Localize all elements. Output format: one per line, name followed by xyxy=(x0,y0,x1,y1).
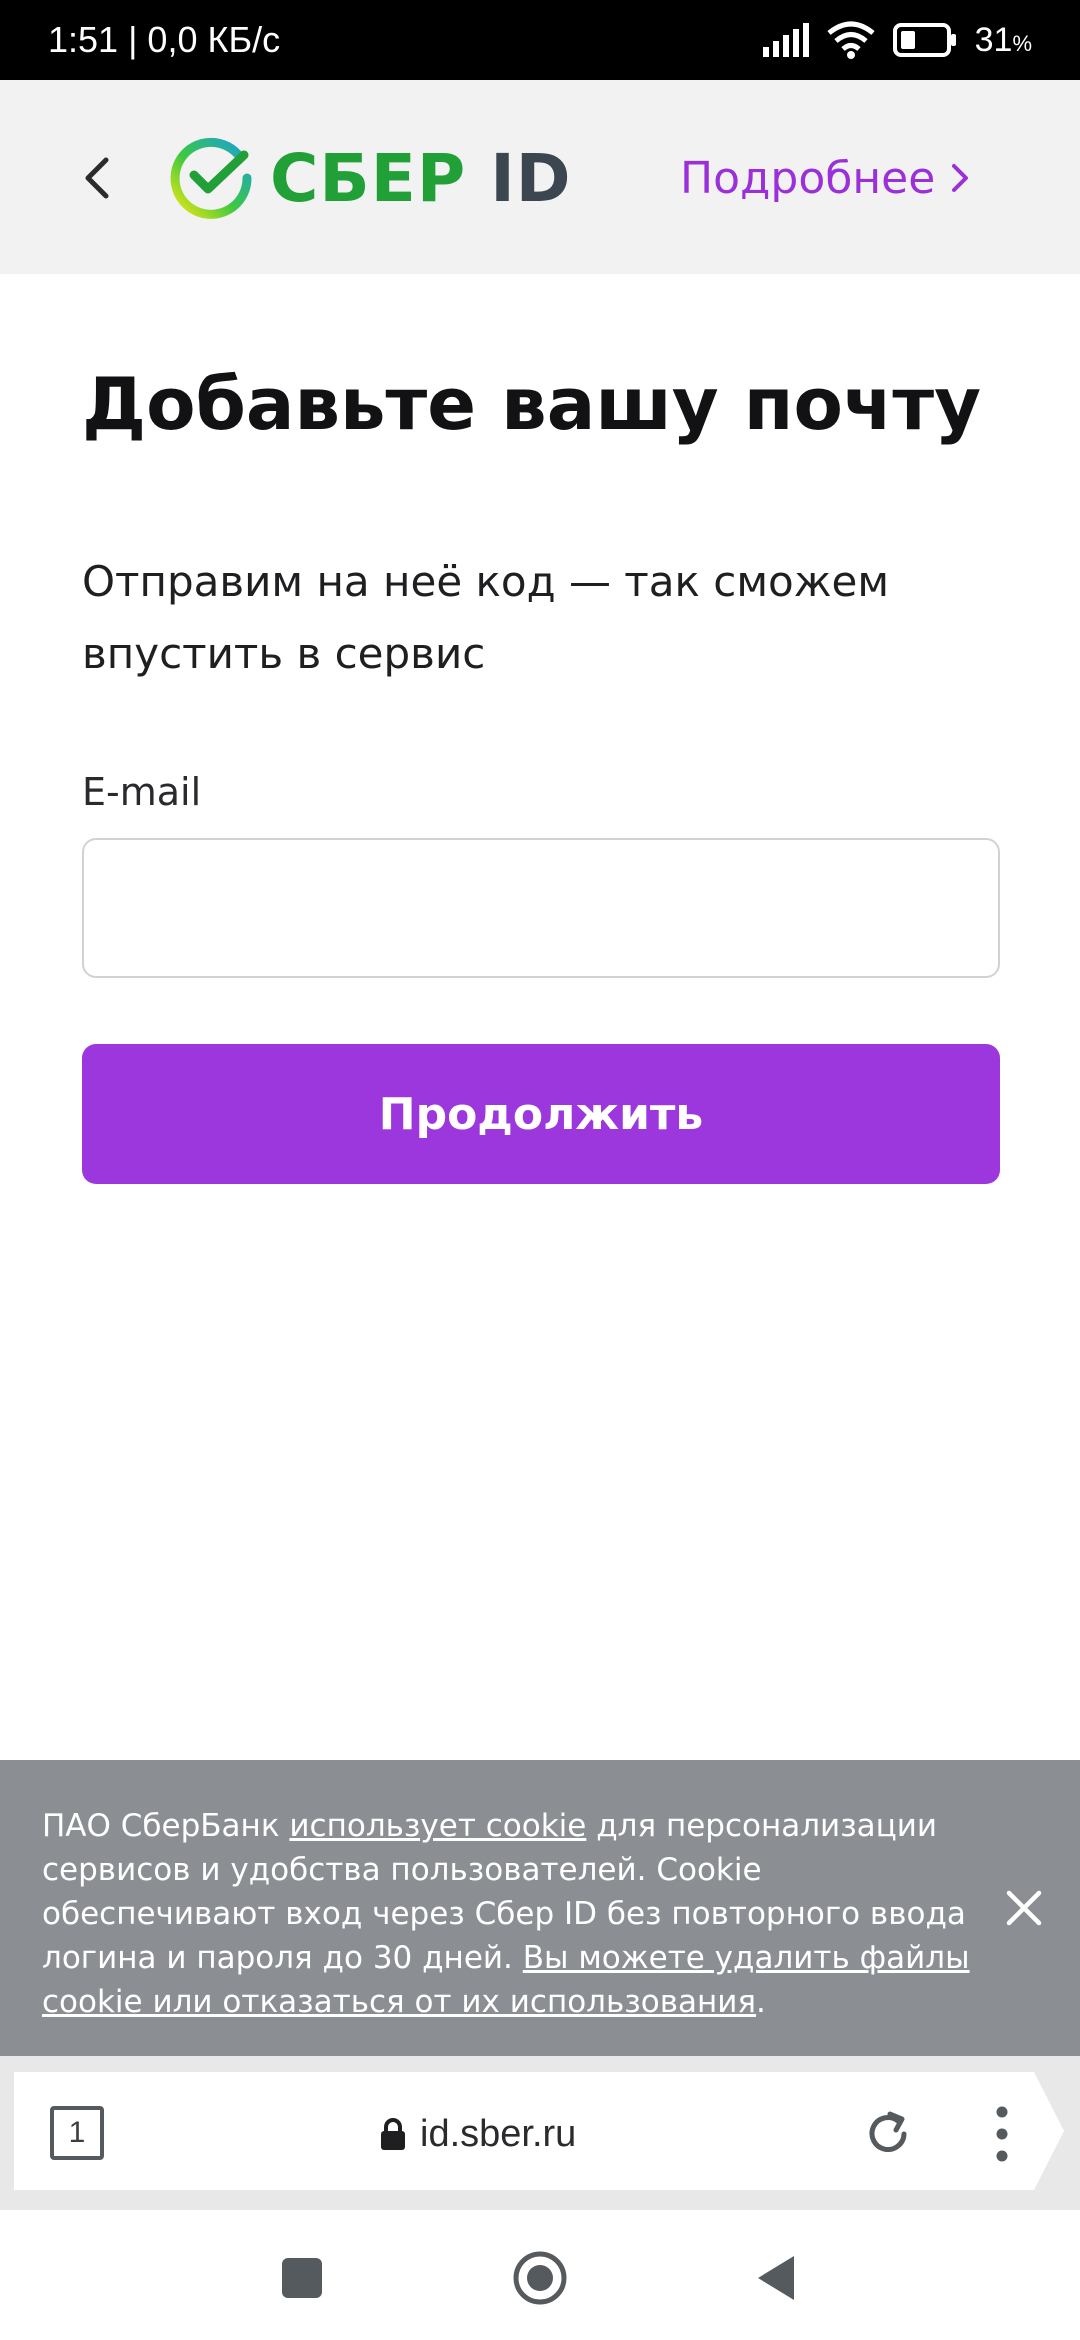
cookie-banner: ПАО СберБанк использует cookie для персо… xyxy=(0,1760,1080,2056)
battery-level: 31% xyxy=(974,20,1032,59)
status-time-speed: 1:51 | 0,0 КБ/с xyxy=(48,19,281,60)
sber-logo-icon xyxy=(170,137,252,219)
back-button[interactable] xyxy=(66,142,126,214)
page-title: Добавьте вашу почту xyxy=(82,362,982,446)
sber-id-logo: СБЕР ID xyxy=(168,132,572,224)
tabs-button[interactable]: 1 xyxy=(50,2106,104,2160)
system-nav-bar xyxy=(0,2210,1080,2340)
email-label: E-mail xyxy=(82,770,202,814)
recents-icon[interactable] xyxy=(282,2258,322,2298)
chevron-right-icon xyxy=(952,164,969,192)
more-info-link[interactable]: Подробнее xyxy=(680,146,969,210)
status-bar: 1:51 | 0,0 КБ/с 31% xyxy=(0,0,1080,80)
signal-icon xyxy=(762,23,809,57)
url-display[interactable]: id.sber.ru xyxy=(380,2104,576,2164)
status-icons: 31% xyxy=(761,21,1032,60)
wifi-icon xyxy=(827,21,875,59)
close-icon xyxy=(1006,1890,1042,1926)
cookie-usage-link[interactable]: использует cookie xyxy=(289,1808,586,1844)
back-icon xyxy=(85,157,109,199)
battery-icon xyxy=(892,23,956,57)
browser-toolbar: 1 id.sber.ru xyxy=(0,2056,1080,2210)
logo-text: СБЕР ID xyxy=(270,139,572,217)
app-header: СБЕР ID Подробнее xyxy=(0,80,1080,274)
home-icon[interactable] xyxy=(512,2250,568,2306)
cookie-text: ПАО СберБанк использует cookie для персо… xyxy=(42,1808,970,2020)
reload-icon[interactable] xyxy=(860,2106,916,2162)
lock-icon xyxy=(381,2118,405,2150)
email-field[interactable] xyxy=(82,838,1000,978)
cookie-close-button[interactable] xyxy=(998,1882,1050,1934)
page-subtitle: Отправим на неё код — так сможем впустит… xyxy=(82,557,890,678)
more-vert-icon[interactable] xyxy=(982,2102,1022,2166)
continue-button[interactable]: Продолжить xyxy=(82,1044,1000,1184)
url-text: id.sber.ru xyxy=(420,2112,577,2155)
back-triangle-icon[interactable] xyxy=(756,2254,796,2302)
more-info-label: Подробнее xyxy=(680,152,936,204)
